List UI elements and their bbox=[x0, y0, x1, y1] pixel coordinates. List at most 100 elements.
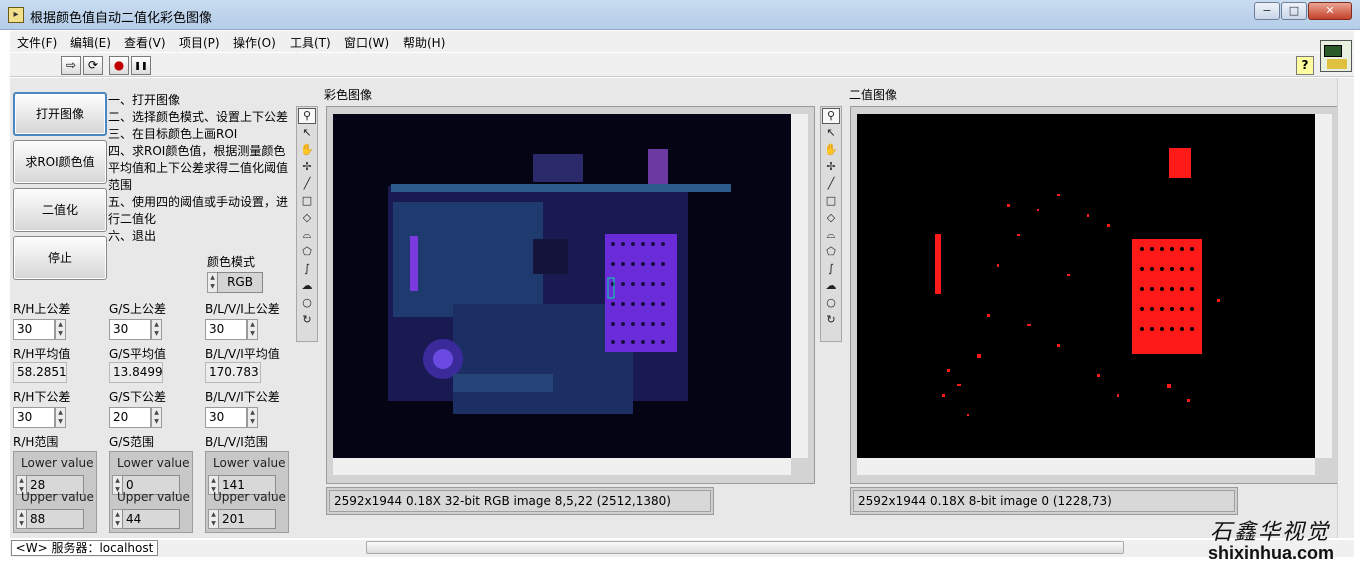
line-tool-icon[interactable]: ╱ bbox=[822, 176, 840, 192]
pointer-tool-icon[interactable]: ↖ bbox=[822, 125, 840, 141]
labview-vi-icon: ▸ bbox=[8, 7, 24, 23]
pan-tool-icon[interactable]: ✋ bbox=[822, 142, 840, 158]
binary-image-label: 二值图像 bbox=[849, 88, 898, 102]
point-tool-icon[interactable]: ✢ bbox=[298, 159, 316, 175]
window-vscroll[interactable] bbox=[1337, 78, 1354, 538]
instruction-line: 六、退出 bbox=[108, 229, 157, 243]
bl-lower-spinner-icon[interactable]: ▲ ▼ bbox=[247, 407, 258, 428]
color-mode-select[interactable]: RGB bbox=[217, 272, 263, 293]
menu-edit[interactable]: 编辑(E) bbox=[70, 34, 111, 51]
rh-range-cluster: Lower value ▲ ▼ 28 Upper value ▲ ▼ 88 bbox=[13, 451, 97, 533]
oval-tool-icon[interactable]: ○ bbox=[822, 295, 840, 311]
bl-range-cluster: Lower value ▲ ▼ 141 Upper value ▲ ▼ 201 bbox=[205, 451, 289, 533]
menu-window[interactable]: 窗口(W) bbox=[344, 34, 389, 51]
pan-tool-icon[interactable]: ✋ bbox=[298, 142, 316, 158]
rh-range-upper-input[interactable]: 88 bbox=[26, 509, 84, 529]
bl-range-upper-input[interactable]: 201 bbox=[218, 509, 276, 529]
run-icon[interactable]: ⇨ bbox=[61, 56, 81, 75]
rh-lower-spinner-icon[interactable]: ▲ ▼ bbox=[55, 407, 66, 428]
rectangle-tool-icon[interactable]: □ bbox=[822, 193, 840, 209]
rh-mean-value: 58.2851 bbox=[13, 362, 67, 383]
bl-lower-value-label: Lower value bbox=[213, 456, 286, 470]
zoom-tool-icon[interactable]: ⚲ bbox=[822, 108, 840, 124]
polygon-tool-icon[interactable]: ⬠ bbox=[822, 244, 840, 260]
menu-operate[interactable]: 操作(O) bbox=[233, 34, 276, 51]
gs-upper-input[interactable]: 30 bbox=[109, 319, 151, 340]
binary-image-vscroll[interactable] bbox=[1315, 114, 1332, 458]
instructions: 一、打开图像 二、选择颜色模式、设置上下公差 三、在目标颜色上画ROI 四、求R… bbox=[108, 92, 293, 245]
binarize-button[interactable]: 二值化 bbox=[13, 188, 107, 232]
annulus-tool-icon[interactable]: ⌓ bbox=[822, 227, 840, 243]
pointer-tool-icon[interactable]: ↖ bbox=[298, 125, 316, 141]
bl-lower-input[interactable]: 30 bbox=[205, 407, 247, 428]
gs-range-cluster: Lower value ▲ ▼ 0 Upper value ▲ ▼ 44 bbox=[109, 451, 193, 533]
menu-file[interactable]: 文件(F) bbox=[17, 34, 57, 51]
instruction-line: 二、选择颜色模式、设置上下公差 bbox=[108, 110, 289, 124]
gs-lower-value-label: Lower value bbox=[117, 456, 190, 470]
minimize-button[interactable]: − bbox=[1254, 2, 1280, 20]
menu-tools[interactable]: 工具(T) bbox=[290, 34, 331, 51]
freehand-region-tool-icon[interactable]: ☁ bbox=[298, 278, 316, 294]
bl-range-label: B/L/V/I范围 bbox=[205, 435, 268, 449]
binary-image-status-frame: 2592x1944 0.18X 8-bit image 0 (1228,73) bbox=[850, 487, 1238, 515]
rh-lower-input[interactable]: 30 bbox=[13, 407, 55, 428]
menu-help[interactable]: 帮助(H) bbox=[403, 34, 445, 51]
pause-icon[interactable]: ❚❚ bbox=[131, 56, 151, 75]
binary-image-status: 2592x1944 0.18X 8-bit image 0 (1228,73) bbox=[853, 490, 1235, 512]
bl-upper-input[interactable]: 30 bbox=[205, 319, 247, 340]
polygon-tool-icon[interactable]: ⬠ bbox=[298, 244, 316, 260]
annulus-tool-icon[interactable]: ⌓ bbox=[298, 227, 316, 243]
rotated-rect-tool-icon[interactable]: ◇ bbox=[298, 210, 316, 226]
freehand-line-tool-icon[interactable]: ∫ bbox=[822, 261, 840, 277]
binary-image-hscroll[interactable] bbox=[857, 458, 1315, 475]
point-tool-icon[interactable]: ✢ bbox=[822, 159, 840, 175]
abort-icon[interactable]: ● bbox=[109, 56, 129, 75]
bl-upper-spinner-icon[interactable]: ▲ ▼ bbox=[247, 319, 258, 340]
rh-upper-spinner-icon[interactable]: ▲ ▼ bbox=[55, 319, 66, 340]
broken-line-tool-icon[interactable]: ↻ bbox=[298, 312, 316, 328]
rh-lower-label: R/H下公差 bbox=[13, 390, 71, 404]
window-hscroll-thumb[interactable] bbox=[366, 541, 1124, 554]
binary-image-display[interactable] bbox=[857, 114, 1315, 458]
color-image-status: 2592x1944 0.18X 32-bit RGB image 8,5,22 … bbox=[329, 490, 711, 512]
color-image-status-frame: 2592x1944 0.18X 32-bit RGB image 8,5,22 … bbox=[326, 487, 714, 515]
rh-range-label: R/H范围 bbox=[13, 435, 59, 449]
color-image-label: 彩色图像 bbox=[324, 88, 373, 102]
zoom-tool-icon[interactable]: ⚲ bbox=[298, 108, 316, 124]
gs-lower-spinner-icon[interactable]: ▲ ▼ bbox=[151, 407, 162, 428]
gs-upper-value-label: Upper value bbox=[117, 490, 190, 504]
color-image-display[interactable] bbox=[333, 114, 791, 458]
rectangle-tool-icon[interactable]: □ bbox=[298, 193, 316, 209]
gs-lower-input[interactable]: 20 bbox=[109, 407, 151, 428]
instruction-line: 五、使用四的阈值或手动设置，进行二值化 bbox=[108, 195, 289, 226]
rh-upper-input[interactable]: 30 bbox=[13, 319, 55, 340]
open-image-button[interactable]: 打开图像 bbox=[13, 92, 107, 136]
maximize-button[interactable]: □ bbox=[1281, 2, 1307, 20]
gs-range-label: G/S范围 bbox=[109, 435, 154, 449]
stop-button[interactable]: 停止 bbox=[13, 236, 107, 280]
menu-project[interactable]: 项目(P) bbox=[179, 34, 220, 51]
instruction-line: 三、在目标颜色上画ROI bbox=[108, 127, 238, 141]
color-image-hscroll[interactable] bbox=[333, 458, 791, 475]
context-help-icon[interactable]: ? bbox=[1296, 56, 1314, 75]
pcb-image bbox=[333, 114, 791, 458]
bl-upper-label: B/L/V/I上公差 bbox=[205, 302, 280, 316]
instruction-line: 一、打开图像 bbox=[108, 93, 181, 107]
run-continuously-icon[interactable]: ⟳ bbox=[83, 56, 103, 75]
gs-upper-spinner-icon[interactable]: ▲ ▼ bbox=[151, 319, 162, 340]
oval-tool-icon[interactable]: ○ bbox=[298, 295, 316, 311]
bl-upper-value-label: Upper value bbox=[213, 490, 286, 504]
toolbar bbox=[10, 53, 1354, 77]
rotated-rect-tool-icon[interactable]: ◇ bbox=[822, 210, 840, 226]
rh-upper-value-label: Upper value bbox=[21, 490, 94, 504]
freehand-line-tool-icon[interactable]: ∫ bbox=[298, 261, 316, 277]
roi-color-button[interactable]: 求ROI颜色值 bbox=[13, 140, 107, 184]
menu-view[interactable]: 查看(V) bbox=[124, 34, 166, 51]
close-button[interactable]: ✕ bbox=[1308, 2, 1352, 20]
freehand-region-tool-icon[interactable]: ☁ bbox=[822, 278, 840, 294]
gs-range-upper-input[interactable]: 44 bbox=[122, 509, 180, 529]
rh-mean-label: R/H平均值 bbox=[13, 347, 71, 361]
line-tool-icon[interactable]: ╱ bbox=[298, 176, 316, 192]
color-image-vscroll[interactable] bbox=[791, 114, 808, 458]
broken-line-tool-icon[interactable]: ↻ bbox=[822, 312, 840, 328]
